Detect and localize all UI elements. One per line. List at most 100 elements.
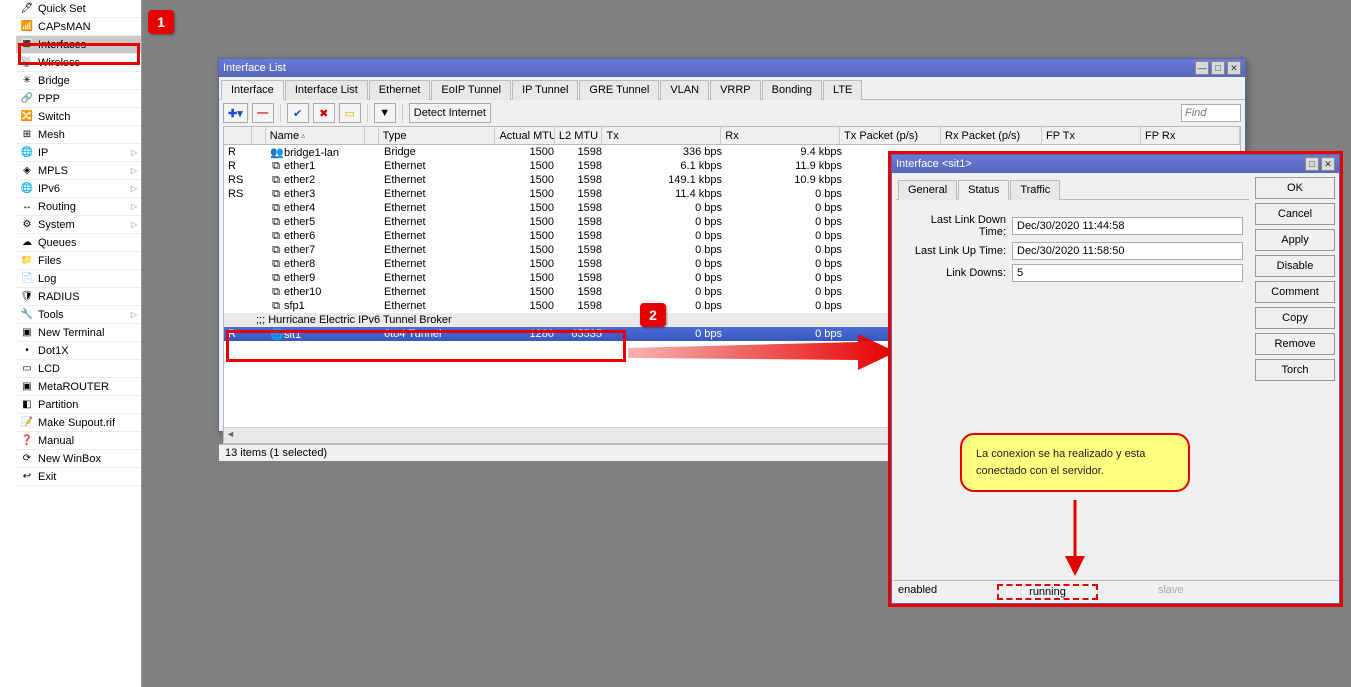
menu-item-interfaces[interactable]: 🔳Interfaces [16, 36, 141, 54]
menu-icon: ⊞ [20, 128, 34, 142]
menu-item-files[interactable]: 📁Files [16, 252, 141, 270]
submenu-arrow-icon: ▷ [131, 310, 137, 319]
dialog-close-button[interactable]: ✕ [1321, 157, 1335, 171]
dialog-tab-status[interactable]: Status [958, 180, 1009, 200]
dialog-tab-general[interactable]: General [898, 180, 957, 200]
minimize-button[interactable]: — [1195, 61, 1209, 75]
menu-icon: ▣ [20, 326, 34, 340]
menu-icon: 📁 [20, 254, 34, 268]
disable-button[interactable]: Disable [1255, 255, 1335, 277]
titlebar[interactable]: Interface List — □ ✕ [219, 59, 1245, 77]
interface-sit1-dialog: Interface <sit1> □ ✕ GeneralStatusTraffi… [891, 154, 1340, 604]
badge-1: 1 [148, 10, 174, 34]
menu-item-new-terminal[interactable]: ▣New Terminal [16, 324, 141, 342]
menu-item-ipv6[interactable]: 🌐IPv6▷ [16, 180, 141, 198]
dialog-tab-traffic[interactable]: Traffic [1010, 180, 1060, 200]
menu-item-wireless[interactable]: 📡Wireless [16, 54, 141, 72]
menu-icon: ▣ [20, 380, 34, 394]
comment-button[interactable]: Comment [1255, 281, 1335, 303]
field-value[interactable]: 5 [1012, 264, 1243, 282]
tab-ip-tunnel[interactable]: IP Tunnel [512, 80, 578, 100]
tab-interface[interactable]: Interface [221, 80, 284, 100]
interface-tabs: InterfaceInterface ListEthernetEoIP Tunn… [219, 77, 1245, 100]
ok-button[interactable]: OK [1255, 177, 1335, 199]
menu-item-bridge[interactable]: ✳Bridge [16, 72, 141, 90]
menu-item-radius[interactable]: 🛡RADIUS [16, 288, 141, 306]
dialog-maximize-button[interactable]: □ [1305, 157, 1319, 171]
menu-item-capsman[interactable]: 📶CAPsMAN [16, 18, 141, 36]
tab-ethernet[interactable]: Ethernet [369, 80, 431, 100]
tab-vlan[interactable]: VLAN [660, 80, 709, 100]
menu-item-switch[interactable]: 🔀Switch [16, 108, 141, 126]
torch-button[interactable]: Torch [1255, 359, 1335, 381]
find-input[interactable] [1181, 104, 1241, 122]
menu-icon: ↩ [20, 470, 34, 484]
status-slave: slave [1158, 584, 1184, 600]
menu-item-metarouter[interactable]: ▣MetaROUTER [16, 378, 141, 396]
menu-icon: ☁ [20, 236, 34, 250]
menu-item-lcd[interactable]: ▭LCD [16, 360, 141, 378]
dialog-tabs: GeneralStatusTraffic [896, 177, 1249, 200]
maximize-button[interactable]: □ [1211, 61, 1225, 75]
menu-item-ip[interactable]: 🌐IP▷ [16, 144, 141, 162]
dialog-status-bar: enabled running slave [892, 580, 1339, 603]
copy-button[interactable]: Copy [1255, 307, 1335, 329]
menu-icon: 🌐 [20, 146, 34, 160]
submenu-arrow-icon: ▷ [131, 148, 137, 157]
enable-button[interactable]: ✔ [287, 103, 309, 123]
tab-vrrp[interactable]: VRRP [710, 80, 761, 100]
apply-button[interactable]: Apply [1255, 229, 1335, 251]
menu-icon: 📡 [20, 56, 34, 70]
submenu-arrow-icon: ▷ [131, 202, 137, 211]
window-title: Interface List [223, 62, 286, 74]
menu-item-ppp[interactable]: 🔗PPP [16, 90, 141, 108]
close-button[interactable]: ✕ [1227, 61, 1241, 75]
menu-item-dot1x[interactable]: •Dot1X [16, 342, 141, 360]
menu-item-new-winbox[interactable]: ⟳New WinBox [16, 450, 141, 468]
menu-item-system[interactable]: ⚙System▷ [16, 216, 141, 234]
menu-item-partition[interactable]: ◧Partition [16, 396, 141, 414]
menu-item-manual[interactable]: ❓Manual [16, 432, 141, 450]
menu-icon: 📝 [20, 416, 34, 430]
menu-item-quick-set[interactable]: 🖊Quick Set [16, 0, 141, 18]
menu-icon: ❓ [20, 434, 34, 448]
main-menu: 🖊Quick Set📶CAPsMAN🔳Interfaces📡Wireless✳B… [16, 0, 141, 486]
menu-icon: 🖊 [20, 2, 34, 16]
field-value[interactable]: Dec/30/2020 11:44:58 [1012, 217, 1243, 235]
menu-icon: 🛡 [20, 290, 34, 304]
detect-internet-button[interactable]: Detect Internet [409, 103, 491, 123]
menu-icon: ⚙ [20, 218, 34, 232]
menu-icon: ⟳ [20, 452, 34, 466]
field-value[interactable]: Dec/30/2020 11:58:50 [1012, 242, 1243, 260]
menu-item-mpls[interactable]: ◈MPLS▷ [16, 162, 141, 180]
menu-item-tools[interactable]: 🔧Tools▷ [16, 306, 141, 324]
menu-item-mesh[interactable]: ⊞Mesh [16, 126, 141, 144]
tab-lte[interactable]: LTE [823, 80, 862, 100]
menu-item-exit[interactable]: ↩Exit [16, 468, 141, 486]
tab-eoip-tunnel[interactable]: EoIP Tunnel [431, 80, 511, 100]
submenu-arrow-icon: ▷ [131, 220, 137, 229]
add-button[interactable]: ✚▾ [223, 103, 248, 123]
menu-item-make-supout.rif[interactable]: 📝Make Supout.rif [16, 414, 141, 432]
cancel-button[interactable]: Cancel [1255, 203, 1335, 225]
menu-item-routing[interactable]: ↔Routing▷ [16, 198, 141, 216]
menu-icon: 🌐 [20, 182, 34, 196]
tab-bonding[interactable]: Bonding [762, 80, 822, 100]
dialog-title: Interface <sit1> [896, 158, 972, 170]
comment-button[interactable]: ▭ [339, 103, 361, 123]
remove-button[interactable]: Remove [1255, 333, 1335, 355]
disable-button[interactable]: ✖ [313, 103, 335, 123]
menu-item-queues[interactable]: ☁Queues [16, 234, 141, 252]
table-header[interactable]: Name▵ Type Actual MTU L2 MTU Tx Rx Tx Pa… [224, 127, 1240, 145]
annotation-callout: La conexion se ha realizado y esta conec… [960, 433, 1190, 492]
tab-gre-tunnel[interactable]: GRE Tunnel [579, 80, 659, 100]
dialog-fields: Last Link Down Time:Dec/30/2020 11:44:58… [896, 200, 1249, 296]
menu-icon: ◧ [20, 398, 34, 412]
tab-interface-list[interactable]: Interface List [285, 80, 368, 100]
remove-button[interactable]: — [252, 103, 274, 123]
menu-icon: 📶 [20, 20, 34, 34]
filter-button[interactable]: ▼ [374, 103, 396, 123]
menu-item-log[interactable]: 📄Log [16, 270, 141, 288]
dialog-titlebar[interactable]: Interface <sit1> □ ✕ [892, 155, 1339, 173]
submenu-arrow-icon: ▷ [131, 184, 137, 193]
